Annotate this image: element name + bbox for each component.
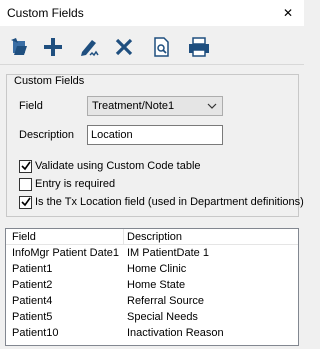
add-button[interactable] <box>38 33 68 61</box>
description-label: Description <box>19 129 75 141</box>
field-select-value: Treatment/Note1 <box>92 100 175 112</box>
preview-icon <box>154 37 169 57</box>
print-icon <box>189 37 209 57</box>
cell-field: Patient2 <box>12 279 53 291</box>
print-button[interactable] <box>184 33 214 61</box>
preview-button[interactable] <box>146 33 176 61</box>
window-title: Custom Fields <box>7 6 84 20</box>
cell-field: InfoMgr Patient Date1 <box>12 247 120 259</box>
field-label: Field <box>19 100 43 112</box>
cell-field: Patient4 <box>12 295 53 307</box>
table-row[interactable]: Patient2 Home State <box>6 278 298 294</box>
cell-field: Patient10 <box>12 327 59 339</box>
required-checkbox-label: Entry is required <box>35 178 116 190</box>
cell-field: Patient1 <box>12 263 53 275</box>
delete-icon <box>115 38 133 56</box>
table-row[interactable]: Patient10 Inactivation Reason <box>6 326 298 342</box>
close-button[interactable]: ✕ <box>272 0 304 26</box>
cell-description: Home Clinic <box>127 263 187 275</box>
column-divider[interactable] <box>123 229 124 245</box>
validate-checkbox-label: Validate using Custom Code table <box>35 160 201 172</box>
table-row[interactable]: Patient5 Special Needs <box>6 310 298 326</box>
custom-fields-table[interactable]: Field Description InfoMgr Patient Date1 … <box>5 228 299 346</box>
edit-icon <box>81 40 99 57</box>
chevron-down-icon <box>207 103 217 109</box>
validate-checkbox[interactable] <box>19 159 32 173</box>
validate-checkbox-row[interactable]: Validate using Custom Code table <box>19 159 201 173</box>
edit-button[interactable] <box>75 33 105 61</box>
group-label: Custom Fields <box>12 75 87 87</box>
open-icon <box>11 38 27 55</box>
field-select[interactable]: Treatment/Note1 <box>87 96 223 116</box>
cell-field: Patient5 <box>12 311 53 323</box>
cell-description: Referral Source <box>127 295 205 307</box>
title-bar: Custom Fields ✕ <box>0 0 304 26</box>
checkmark-icon <box>20 197 31 207</box>
table-row[interactable]: InfoMgr Patient Date1 IM PatientDate 1 <box>6 246 298 262</box>
table-row[interactable]: Patient1 Home Clinic <box>6 262 298 278</box>
column-header-description[interactable]: Description <box>127 231 182 243</box>
table-row[interactable]: Patient4 Referral Source <box>6 294 298 310</box>
checkmark-icon <box>20 161 31 171</box>
add-icon <box>44 38 62 56</box>
tx-location-checkbox-row[interactable]: Is the Tx Location field (used in Depart… <box>19 195 304 209</box>
cell-description: Inactivation Reason <box>127 327 224 339</box>
table-header: Field Description <box>6 229 298 245</box>
toolbar <box>0 27 304 65</box>
delete-button[interactable] <box>109 33 139 61</box>
required-checkbox-row[interactable]: Entry is required <box>19 177 115 191</box>
cell-description: Special Needs <box>127 311 198 323</box>
description-field[interactable] <box>87 125 223 145</box>
tx-location-checkbox[interactable] <box>19 195 32 209</box>
cell-description: IM PatientDate 1 <box>127 247 209 259</box>
open-button[interactable] <box>5 33 35 61</box>
tx-location-checkbox-label: Is the Tx Location field (used in Depart… <box>35 196 304 208</box>
cell-description: Home State <box>127 279 186 291</box>
required-checkbox[interactable] <box>19 177 32 191</box>
column-header-field[interactable]: Field <box>12 231 36 243</box>
